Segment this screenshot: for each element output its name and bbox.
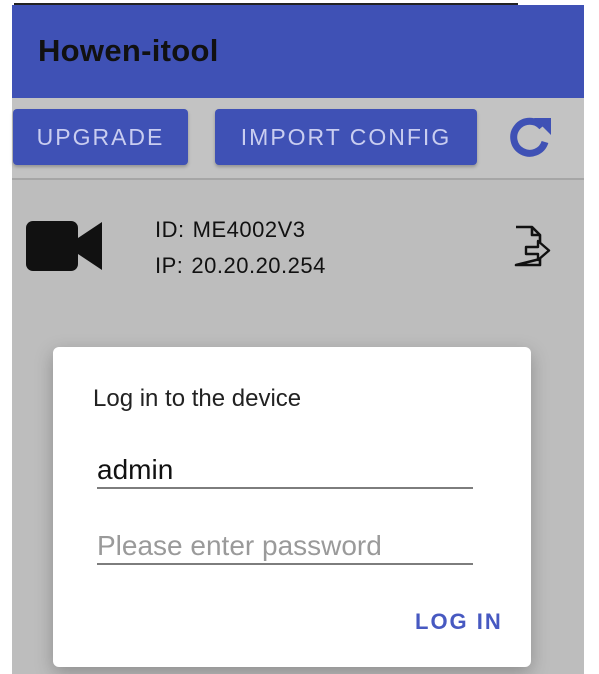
login-button[interactable]: LOG IN — [415, 609, 503, 635]
screenshot-frame: Howen-itool UPGRADE IMPORT CONFIG ID: ME4… — [0, 0, 599, 674]
device-ip-value: 20.20.20.254 — [191, 253, 326, 278]
username-input[interactable] — [97, 451, 471, 489]
video-camera-icon — [26, 221, 102, 271]
login-dialog: Log in to the device LOG IN — [53, 347, 531, 667]
password-underline — [97, 563, 473, 565]
import-config-button[interactable]: IMPORT CONFIG — [215, 109, 477, 165]
dialog-title: Log in to the device — [93, 385, 302, 412]
upgrade-button[interactable]: UPGRADE — [13, 109, 188, 165]
device-ip-label: IP: — [155, 253, 184, 278]
device-ip: IP: 20.20.20.254 — [155, 253, 326, 279]
app-bar: Howen-itool — [12, 5, 584, 98]
device-id-value: ME4002V3 — [192, 217, 306, 242]
device-id-label: ID: — [155, 217, 185, 242]
app-title: Howen-itool — [38, 33, 219, 68]
export-file-icon[interactable] — [512, 225, 552, 267]
refresh-icon[interactable] — [505, 112, 555, 162]
toolbar-divider — [12, 178, 584, 180]
password-input[interactable] — [97, 527, 471, 565]
username-underline — [97, 487, 473, 489]
device-id: ID: ME4002V3 — [155, 217, 305, 243]
